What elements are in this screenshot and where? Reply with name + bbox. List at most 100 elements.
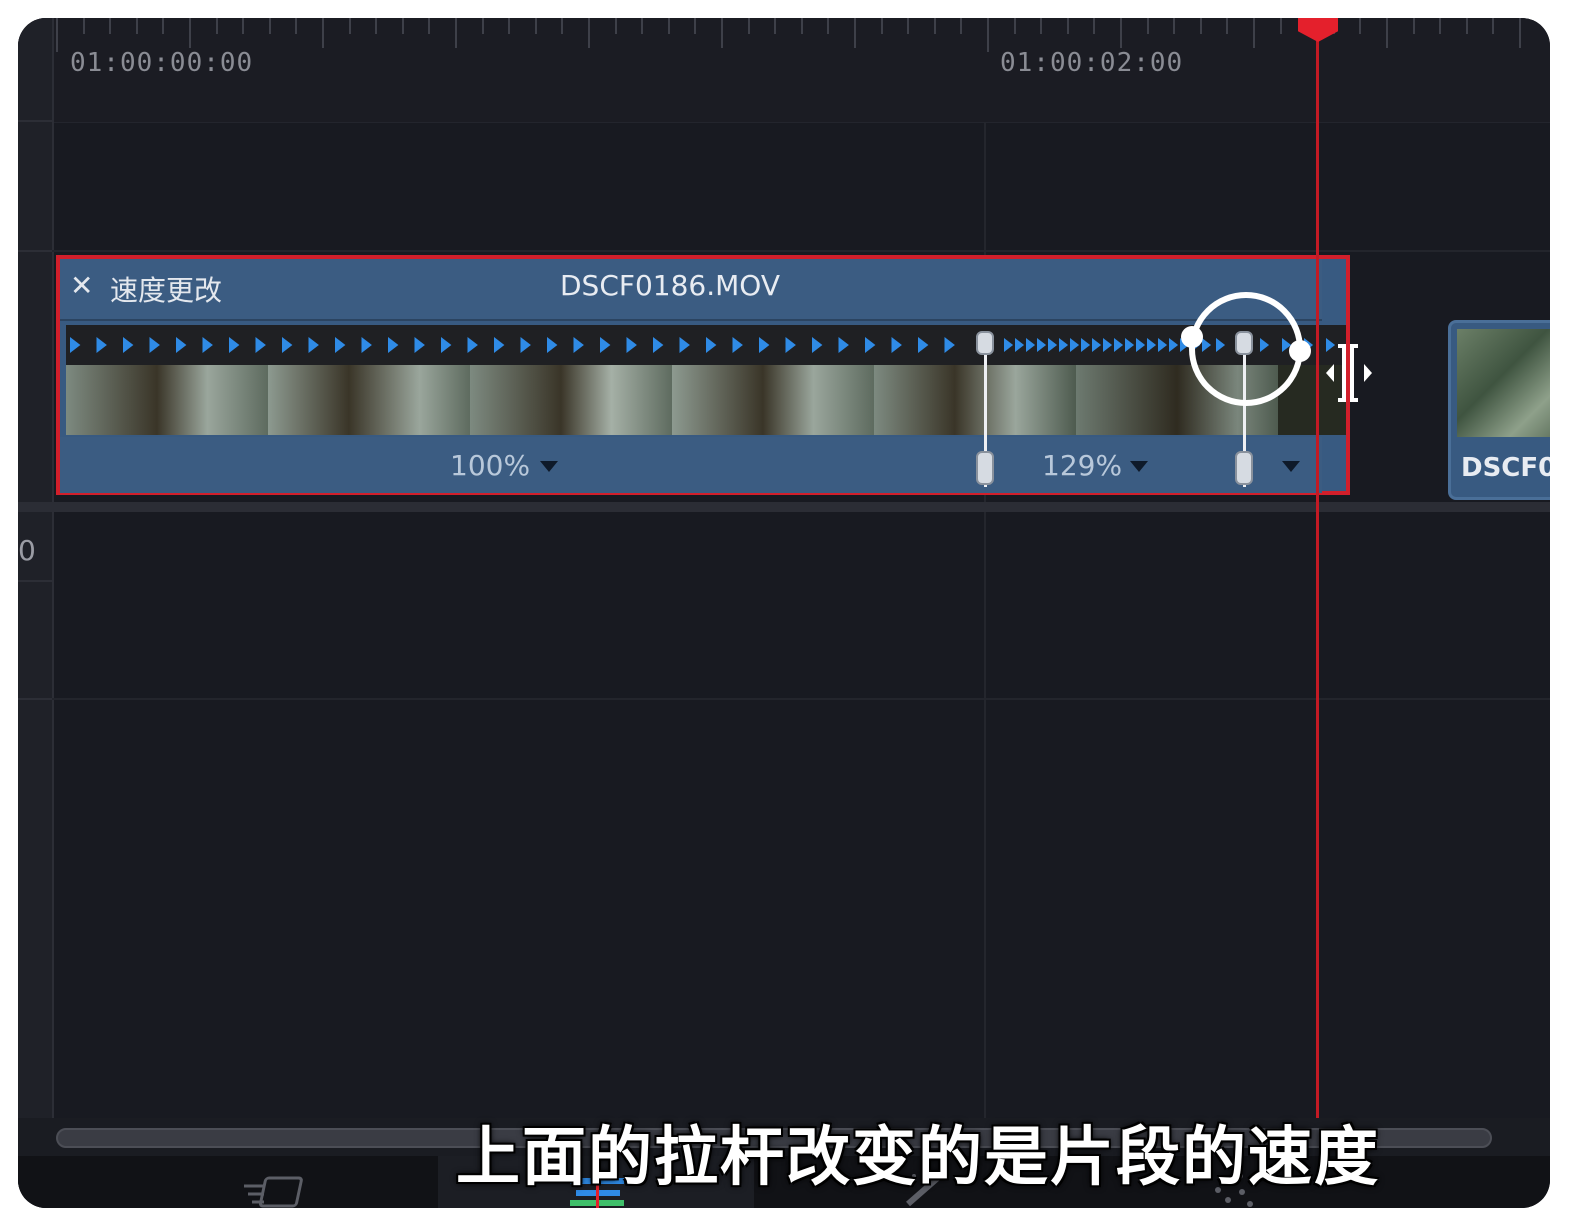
- ruler-tick: [827, 18, 830, 34]
- ruler-tick: [1120, 18, 1122, 48]
- ruler-tick: [667, 18, 670, 34]
- speed-arrow: [573, 337, 584, 353]
- retime-handle-icon[interactable]: [1235, 451, 1253, 485]
- speed-arrow: [494, 337, 505, 353]
- ruler-tick: [694, 18, 697, 34]
- speed-arrow: [891, 337, 902, 353]
- ruler-tick: [1173, 18, 1176, 34]
- speed-arrow: [1015, 338, 1025, 352]
- ruler-tick: [1226, 18, 1229, 34]
- ruler-tick: [162, 18, 165, 34]
- ruler-tick: [56, 18, 58, 52]
- timecode-2s: 01:00:02:00: [1000, 48, 1184, 78]
- retime-handle-top[interactable]: [976, 331, 994, 355]
- ruler-tick: [854, 18, 856, 48]
- speed-change-label: 速度更改: [110, 274, 223, 307]
- ruler-tick: [1492, 18, 1495, 34]
- ruler-tick: [561, 18, 564, 34]
- speed-bar: 100% 129%: [60, 437, 1322, 493]
- track-separator: [18, 502, 1550, 512]
- speed-arrow: [732, 337, 743, 353]
- film-thumb: [672, 365, 874, 435]
- speed-arrow: [600, 337, 611, 353]
- ruler-tick: [508, 18, 511, 34]
- segment-speed-1[interactable]: 100%: [450, 449, 530, 482]
- ruler-tick: [268, 18, 271, 34]
- timecode-start: 01:00:00:00: [70, 48, 254, 78]
- film-thumb: [66, 365, 268, 435]
- speed-arrow: [361, 337, 372, 353]
- speed-arrow: [785, 337, 796, 353]
- speed-arrow: [1125, 338, 1135, 352]
- ruler-tick: [242, 18, 245, 34]
- ruler-tick: [1412, 18, 1415, 34]
- speed-arrow: [1026, 338, 1036, 352]
- timeline-window: 01:00:00:00 01:00:02:00 0 ✕ 速度更改 DSCF018…: [18, 18, 1550, 1208]
- speed-arrow: [1037, 338, 1047, 352]
- speed-arrow: [229, 337, 240, 353]
- ruler-tick: [1386, 18, 1388, 48]
- speed-caret-icon[interactable]: [1130, 461, 1148, 472]
- speed-arrow: [441, 337, 452, 353]
- close-icon[interactable]: ✕: [70, 269, 100, 305]
- cut-tab-icon[interactable]: [240, 1168, 310, 1208]
- speed-caret-icon[interactable]: [540, 461, 558, 472]
- speed-arrow: [308, 337, 319, 353]
- film-thumb: [470, 365, 672, 435]
- ruler-tick: [295, 18, 298, 34]
- ruler-tick: [960, 18, 963, 34]
- ruler-tick: [348, 18, 351, 34]
- speed-arrow: [1048, 338, 1058, 352]
- speed-arrow: [759, 337, 770, 353]
- video-clip-next[interactable]: DSCF0: [1448, 320, 1550, 500]
- speed-arrow: [1070, 338, 1080, 352]
- ruler-tick: [1013, 18, 1016, 34]
- speed-arrows: [66, 325, 1346, 365]
- ruler-tick: [82, 18, 85, 34]
- retime-handle-icon[interactable]: [976, 451, 994, 485]
- ruler-tick: [1439, 18, 1442, 34]
- speed-arrow: [467, 337, 478, 353]
- speed-arrow: [1147, 338, 1157, 352]
- ruler-tick: [189, 18, 191, 48]
- trim-edit-icon[interactable]: [1324, 338, 1384, 408]
- speed-arrow: [335, 337, 346, 353]
- ruler-tick: [481, 18, 484, 34]
- ruler-tick: [1359, 18, 1362, 34]
- clip-name: DSCF0186.MOV: [560, 269, 781, 302]
- speed-arrow: [1169, 338, 1179, 352]
- speed-arrow: [96, 337, 107, 353]
- clip-thumbnail: [1457, 329, 1550, 437]
- speed-arrow: [706, 337, 717, 353]
- ruler-tick: [1253, 18, 1255, 48]
- speed-arrow: [149, 337, 160, 353]
- speed-arrow: [1081, 338, 1091, 352]
- speed-arrow: [388, 337, 399, 353]
- ruler-tick: [880, 18, 883, 34]
- ruler-tick: [1279, 18, 1282, 34]
- playhead-line[interactable]: [1316, 18, 1319, 1208]
- speed-arrow: [414, 337, 425, 353]
- track-header-column: [18, 18, 54, 1208]
- video-subtitle: 上面的拉杆改变的是片段的速度: [456, 1121, 1380, 1195]
- speed-arrow: [202, 337, 213, 353]
- speed-caret-icon[interactable]: [1282, 461, 1300, 472]
- speed-arrow: [653, 337, 664, 353]
- speed-arrow: [282, 337, 293, 353]
- speed-arrow: [944, 337, 955, 353]
- ruler-tick: [1066, 18, 1069, 34]
- speed-arrow: [1004, 338, 1014, 352]
- video-clip-selected[interactable]: ✕ 速度更改 DSCF0186.MOV 100% 129%: [56, 255, 1350, 495]
- highlight-circle: [1181, 292, 1311, 406]
- ruler-tick: [774, 18, 777, 34]
- segment-speed-2[interactable]: 129%: [1042, 449, 1122, 482]
- ruler-tick: [1040, 18, 1043, 34]
- speed-arrow: [1103, 338, 1113, 352]
- film-thumb: [874, 365, 1076, 435]
- speed-arrow: [812, 337, 823, 353]
- ruler-tick: [401, 18, 404, 34]
- clip-name: DSCF0: [1461, 453, 1550, 483]
- ruler-tick: [641, 18, 644, 34]
- ruler-tick: [1519, 18, 1521, 48]
- track-number: 0: [18, 534, 36, 567]
